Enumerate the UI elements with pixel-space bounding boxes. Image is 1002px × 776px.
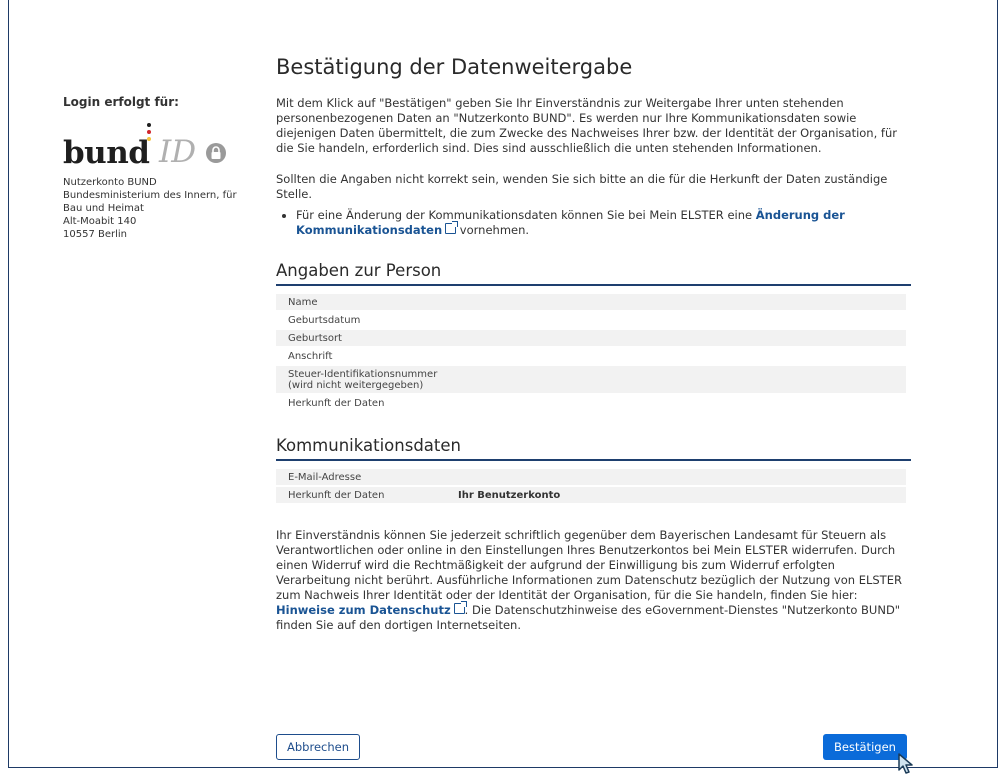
person-heading: Angaben zur Person xyxy=(276,261,911,286)
table-row: Anschrift xyxy=(276,348,906,364)
page-title: Bestätigung der Datenweitergabe xyxy=(276,55,633,79)
sidebar: Login erfolgt für: bund ID Nutzerkonto B… xyxy=(63,95,253,241)
row-label: Anschrift xyxy=(276,348,906,364)
person-section: Angaben zur Person Name Geburtsdatum Geb… xyxy=(276,261,911,413)
row-label: Herkunft der Daten xyxy=(276,395,906,411)
consent-body: Ihr Einverständnis können Sie jederzeit … xyxy=(276,528,902,602)
table-row: Herkunft der Daten xyxy=(276,395,906,411)
bundid-logo: bund ID xyxy=(63,123,243,175)
contact-text: Sollten die Angaben nicht korrekt sein, … xyxy=(276,172,888,201)
row-label-main: Steuer-Identifikationsnummer xyxy=(288,369,438,380)
main-content: Bestätigung der Datenweitergabe Mit dem … xyxy=(276,55,911,633)
person-table: Name Geburtsdatum Geburtsort Anschrift S… xyxy=(276,292,906,413)
logo-word-bund: bund xyxy=(63,135,150,171)
address-line: 10557 Berlin xyxy=(63,229,128,240)
row-value: Ihr Benutzerkonto xyxy=(398,487,906,503)
address-line: Bundesministerium des Innern, für xyxy=(63,190,237,201)
logo-dot-black xyxy=(147,123,151,127)
address-line: Bau und Heimat xyxy=(63,203,144,214)
table-row: Geburtsort xyxy=(276,330,906,346)
row-label: Steuer-Identifikationsnummer (wird nicht … xyxy=(276,366,906,393)
external-link-icon xyxy=(445,221,459,234)
logo-flag-dots xyxy=(146,123,152,144)
row-label: Name xyxy=(276,294,906,310)
communication-table: E-Mail-Adresse Herkunft der Daten Ihr Ben… xyxy=(276,467,906,505)
table-row: Geburtsdatum xyxy=(276,312,906,328)
logo-word-id: ID xyxy=(159,134,197,170)
row-label: Geburtsdatum xyxy=(276,312,906,328)
communication-heading: Kommunikationsdaten xyxy=(276,436,911,461)
intro-text: Mit dem Klick auf "Bestätigen" geben Sie… xyxy=(276,96,897,155)
communication-section: Kommunikationsdaten E-Mail-Adresse Herku… xyxy=(276,436,911,505)
info-list: Für eine Änderung der Kommunikationsdate… xyxy=(276,208,911,238)
row-label: E-Mail-Adresse xyxy=(276,469,906,485)
login-label: Login erfolgt für: xyxy=(63,95,179,109)
logo-dot-red xyxy=(147,130,151,134)
table-row: Name xyxy=(276,294,906,310)
mouse-cursor-icon xyxy=(898,753,913,774)
row-label: Geburtsort xyxy=(276,330,906,346)
privacy-link[interactable]: Hinweise zum Datenschutz xyxy=(276,601,467,617)
external-link-icon xyxy=(453,601,467,614)
address-line: Alt-Moabit 140 xyxy=(63,216,137,227)
logo-dot-gold xyxy=(147,137,151,141)
consent-text: Ihr Einverständnis können Sie jederzeit … xyxy=(276,528,911,633)
table-row: E-Mail-Adresse xyxy=(276,469,906,485)
bullet-suffix: vornehmen. xyxy=(456,223,530,237)
bullet-prefix: Für eine Änderung der Kommunikationsdate… xyxy=(296,208,756,222)
lock-icon xyxy=(206,143,226,163)
row-label: Herkunft der Daten xyxy=(276,487,398,503)
privacy-link-label: Hinweise zum Datenschutz xyxy=(276,603,451,617)
list-item: Für eine Änderung der Kommunikationsdate… xyxy=(296,208,911,238)
address-line: Nutzerkonto BUND xyxy=(63,177,157,188)
table-row: Herkunft der Daten Ihr Benutzerkonto xyxy=(276,487,906,503)
row-label-sub: (wird nicht weitergegeben) xyxy=(288,380,424,391)
confirm-button[interactable]: Bestätigen xyxy=(823,734,907,760)
cancel-button[interactable]: Abbrechen xyxy=(276,734,360,760)
table-row: Steuer-Identifikationsnummer (wird nicht … xyxy=(276,366,906,393)
account-address: Nutzerkonto BUND Bundesministerium des I… xyxy=(63,176,253,241)
